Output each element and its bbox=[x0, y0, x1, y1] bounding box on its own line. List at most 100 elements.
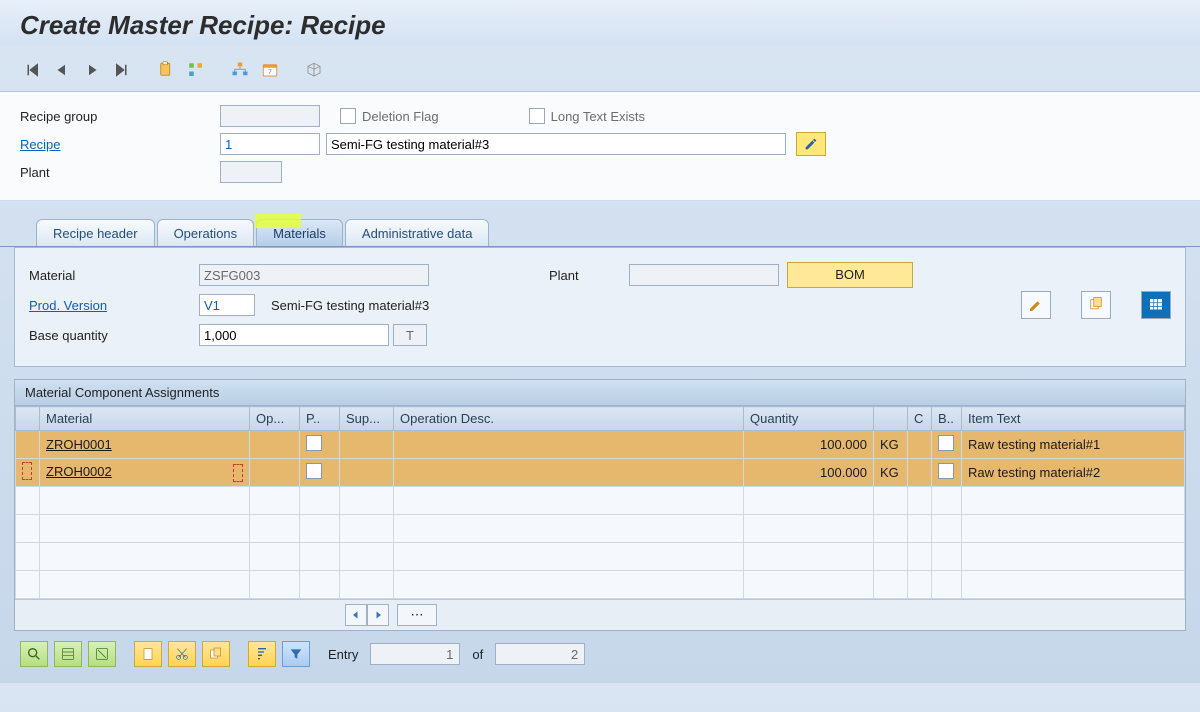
edit-bom-button[interactable] bbox=[1021, 291, 1051, 319]
last-record-button[interactable] bbox=[110, 59, 134, 81]
deselect-all-button[interactable] bbox=[88, 641, 116, 667]
tab-materials-label: Materials bbox=[273, 226, 326, 241]
materials-panel: Material Plant BOM Prod. Version Semi-FG… bbox=[14, 247, 1186, 367]
col-p[interactable]: P.. bbox=[300, 407, 340, 431]
component-table-title: Material Component Assignments bbox=[15, 380, 1185, 406]
recipe-group-field[interactable] bbox=[220, 105, 320, 127]
col-material[interactable]: Material bbox=[40, 407, 250, 431]
item-text-cell: Raw testing material#1 bbox=[962, 431, 1185, 459]
material-link[interactable]: ZROH0001 bbox=[46, 437, 112, 452]
recipe-header-form: Recipe group Deletion Flag Long Text Exi… bbox=[0, 92, 1200, 201]
tab-administrative-data[interactable]: Administrative data bbox=[345, 219, 490, 246]
prod-version-label-link[interactable]: Prod. Version bbox=[29, 298, 199, 313]
list-icon bbox=[60, 646, 76, 662]
panel-plant-field[interactable] bbox=[629, 264, 779, 286]
recipe-number-field[interactable] bbox=[220, 133, 320, 155]
base-qty-label: Base quantity bbox=[29, 328, 199, 343]
col-op-desc[interactable]: Operation Desc. bbox=[394, 407, 744, 431]
prod-version-field[interactable] bbox=[199, 294, 255, 316]
copy-button[interactable] bbox=[202, 641, 230, 667]
col-uom[interactable] bbox=[874, 407, 908, 431]
edit-description-button[interactable] bbox=[796, 132, 826, 156]
scroll-right-button[interactable] bbox=[367, 604, 389, 626]
uom-cell: KG bbox=[874, 431, 908, 459]
filter-button[interactable] bbox=[282, 641, 310, 667]
base-qty-field[interactable] bbox=[199, 324, 389, 346]
checkbox-icon[interactable] bbox=[938, 463, 954, 479]
checkbox-icon[interactable] bbox=[306, 435, 322, 451]
main-toolbar: 7 bbox=[0, 45, 1200, 92]
entry-label: Entry bbox=[328, 647, 358, 662]
table-row-empty bbox=[16, 543, 1185, 571]
material-label: Material bbox=[29, 268, 199, 283]
item-text-cell: Raw testing material#2 bbox=[962, 459, 1185, 487]
component-table-block: Material Component Assignments Material … bbox=[14, 379, 1186, 631]
next-record-button[interactable] bbox=[80, 59, 104, 81]
detail-view-button[interactable] bbox=[20, 641, 48, 667]
col-select[interactable] bbox=[16, 407, 40, 431]
sort-button[interactable] bbox=[248, 641, 276, 667]
table-row-empty bbox=[16, 515, 1185, 543]
hierarchy-icon[interactable] bbox=[228, 59, 252, 81]
row-selection-marker bbox=[233, 464, 243, 482]
cube-icon[interactable] bbox=[302, 59, 326, 81]
copy-bom-button[interactable] bbox=[1081, 291, 1111, 319]
scroll-settings-button[interactable]: ⋯ bbox=[397, 604, 437, 626]
component-table: Material Op... P.. Sup... Operation Desc… bbox=[15, 406, 1185, 599]
deletion-flag-label: Deletion Flag bbox=[362, 109, 439, 124]
long-text-exists-checkbox[interactable]: Long Text Exists bbox=[529, 108, 645, 124]
new-entries-button[interactable] bbox=[134, 641, 162, 667]
filter-icon bbox=[288, 646, 304, 662]
display-bom-button[interactable] bbox=[1141, 291, 1171, 319]
list-clear-icon bbox=[94, 646, 110, 662]
panel-plant-label: Plant bbox=[549, 268, 629, 283]
deletion-flag-checkbox[interactable]: Deletion Flag bbox=[340, 108, 439, 124]
col-itemtxt[interactable]: Item Text bbox=[962, 407, 1185, 431]
col-qty[interactable]: Quantity bbox=[744, 407, 874, 431]
long-text-exists-label: Long Text Exists bbox=[551, 109, 645, 124]
calendar-icon[interactable]: 7 bbox=[258, 59, 282, 81]
pencil-icon bbox=[803, 136, 819, 152]
copy-icon bbox=[1087, 296, 1105, 314]
tab-materials[interactable]: Materials bbox=[256, 219, 343, 246]
page-title: Create Master Recipe: Recipe bbox=[20, 10, 1180, 41]
entry-navigation: Entry of bbox=[328, 643, 585, 665]
checkbox-icon[interactable] bbox=[938, 435, 954, 451]
table-row-empty bbox=[16, 571, 1185, 599]
tab-strip: Recipe header Operations Materials Admin… bbox=[0, 215, 1200, 247]
col-op[interactable]: Op... bbox=[250, 407, 300, 431]
first-record-button[interactable] bbox=[20, 59, 44, 81]
prod-version-desc: Semi-FG testing material#3 bbox=[271, 298, 429, 313]
recipe-description-field[interactable] bbox=[326, 133, 786, 155]
table-row[interactable]: ZROH0001 100.000 KG Raw testing material… bbox=[16, 431, 1185, 459]
recipe-label-link[interactable]: Recipe bbox=[20, 137, 220, 152]
entry-total-field bbox=[495, 643, 585, 665]
previous-record-button[interactable] bbox=[50, 59, 74, 81]
checkbox-icon[interactable] bbox=[306, 463, 322, 479]
qty-cell: 100.000 bbox=[744, 431, 874, 459]
base-uom-field[interactable] bbox=[393, 324, 427, 346]
bom-button[interactable]: BOM bbox=[787, 262, 913, 288]
cut-button[interactable] bbox=[168, 641, 196, 667]
select-all-button[interactable] bbox=[54, 641, 82, 667]
tab-recipe-header[interactable]: Recipe header bbox=[36, 219, 155, 246]
clipboard-icon[interactable] bbox=[154, 59, 178, 81]
magnifier-icon bbox=[26, 646, 42, 662]
checkbox-icon bbox=[529, 108, 545, 124]
tab-operations[interactable]: Operations bbox=[157, 219, 255, 246]
uom-cell: KG bbox=[874, 459, 908, 487]
material-field[interactable] bbox=[199, 264, 429, 286]
plant-field[interactable] bbox=[220, 161, 282, 183]
highlight-marker bbox=[255, 214, 301, 228]
bottom-toolbar: Entry of bbox=[0, 631, 1200, 683]
entry-current-field[interactable] bbox=[370, 643, 460, 665]
col-sup[interactable]: Sup... bbox=[340, 407, 394, 431]
col-b[interactable]: B.. bbox=[932, 407, 962, 431]
plant-label: Plant bbox=[20, 165, 220, 180]
scroll-left-button[interactable] bbox=[345, 604, 367, 626]
table-row[interactable]: ZROH0002 100.000 KG Raw testing material… bbox=[16, 459, 1185, 487]
checkbox-icon bbox=[340, 108, 356, 124]
material-link[interactable]: ZROH0002 bbox=[46, 464, 112, 479]
structure-icon[interactable] bbox=[184, 59, 208, 81]
col-c[interactable]: C bbox=[908, 407, 932, 431]
